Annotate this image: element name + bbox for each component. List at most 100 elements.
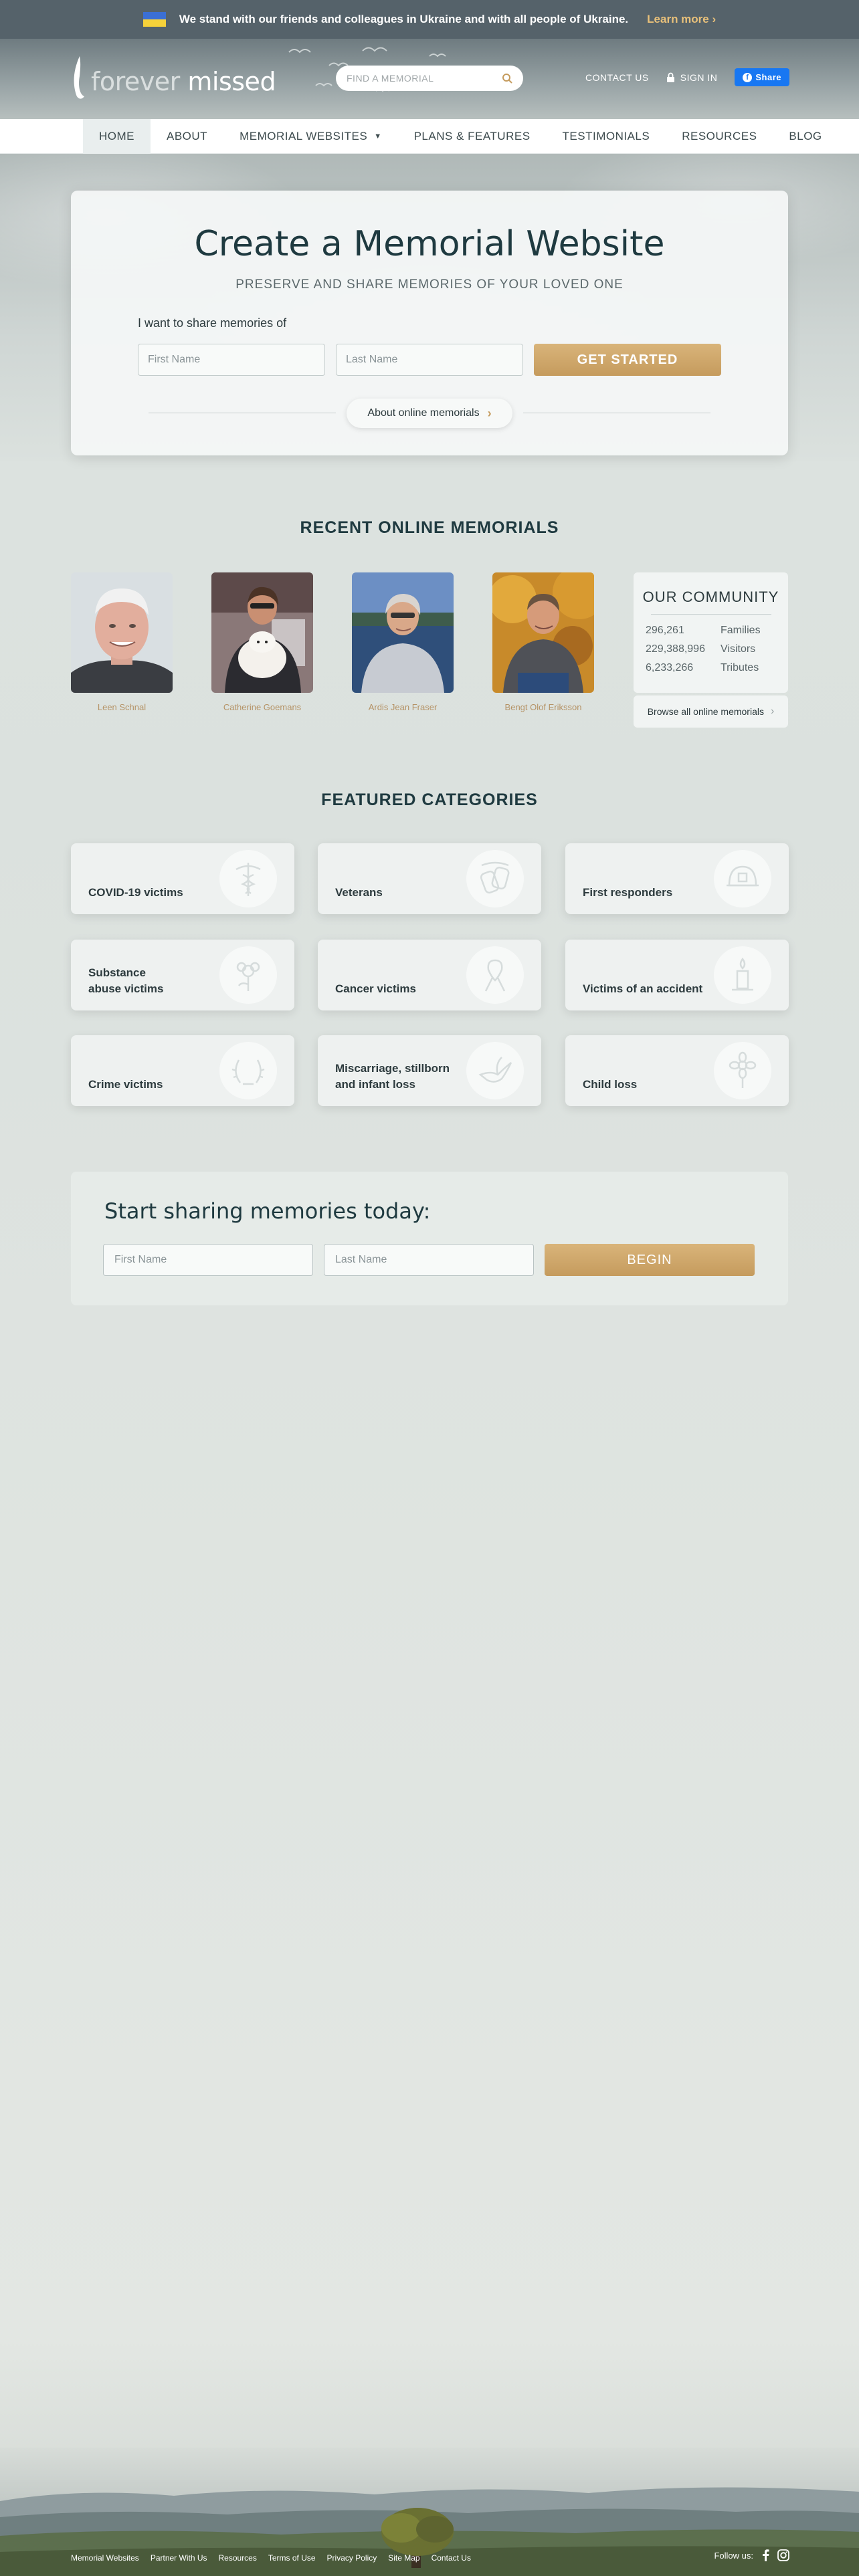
logo-text: forever missed: [91, 67, 276, 96]
footer-link[interactable]: Contact Us: [432, 2553, 471, 2563]
category-label: Child loss: [583, 1078, 638, 1091]
memorial-photo[interactable]: [352, 572, 454, 693]
chevron-right-icon: ›: [487, 406, 492, 420]
stat-label: Visitors: [721, 643, 756, 655]
main-nav: HOME ABOUT MEMORIAL WEBSITES ▼ PLANS & FE…: [0, 118, 859, 154]
nav-plans-label: PLANS & FEATURES: [413, 129, 531, 142]
hero-subtitle: PRESERVE AND SHARE MEMORIES OF YOUR LOVE…: [235, 278, 624, 292]
footer-link[interactable]: Site Map: [388, 2553, 419, 2563]
start-last-name-input[interactable]: [324, 1244, 534, 1276]
share-memories-label: I want to share memories of: [138, 316, 287, 330]
hero-last-name-input[interactable]: [336, 344, 523, 376]
facebook-icon[interactable]: [761, 2549, 769, 2561]
category-label-line: abuse victims: [88, 982, 164, 995]
category-veterans[interactable]: Veterans: [318, 843, 541, 914]
stat-label: Tributes: [721, 662, 759, 673]
nav-memorial-websites[interactable]: MEMORIAL WEBSITES ▼: [223, 119, 398, 154]
ribbon-icon: [466, 946, 524, 1004]
learn-more-link[interactable]: Learn more ›: [647, 13, 716, 26]
search-input[interactable]: [347, 73, 502, 84]
nav-plans-features[interactable]: PLANS & FEATURES: [398, 119, 547, 154]
flame-logo-icon: [74, 56, 84, 99]
category-label-line: Substance: [88, 966, 146, 979]
memorial-photo[interactable]: [211, 572, 313, 693]
browse-all-memorials-button[interactable]: Browse all online memorials ›: [634, 695, 788, 728]
dropdown-caret-icon: ▼: [374, 132, 382, 140]
hero-first-name-input[interactable]: [138, 344, 325, 376]
category-label-line: Miscarriage, stillborn: [335, 1062, 450, 1075]
memorial-card[interactable]: Ardis Jean Fraser: [352, 572, 454, 712]
memorial-photo[interactable]: [71, 572, 173, 693]
search-icon[interactable]: [502, 73, 512, 84]
category-label: COVID-19 victims: [88, 886, 183, 899]
nav-resources[interactable]: RESOURCES: [666, 119, 773, 154]
memorial-name[interactable]: Ardis Jean Fraser: [352, 702, 454, 712]
footer-link[interactable]: Memorial Websites: [71, 2553, 139, 2563]
category-label: Miscarriage, stillborn and infant loss: [335, 1061, 450, 1093]
logo-word-missed: missed: [187, 67, 276, 96]
hero-card: Create a Memorial Website PRESERVE AND S…: [71, 191, 788, 455]
nav-home[interactable]: HOME: [83, 118, 151, 154]
ukraine-banner: We stand with our friends and colleagues…: [0, 0, 859, 39]
recent-memorials-title: RECENT ONLINE MEMORIALS: [300, 518, 559, 537]
memorial-card[interactable]: Bengt Olof Eriksson: [492, 572, 594, 712]
category-accident-victims[interactable]: Victims of an accident: [565, 940, 789, 1010]
begin-button[interactable]: BEGIN: [545, 1244, 755, 1276]
ukraine-flag-icon: [142, 12, 166, 27]
facebook-share-button[interactable]: f Share: [735, 68, 789, 86]
nav-about[interactable]: ABOUT: [151, 119, 223, 154]
footer-link[interactable]: Partner With Us: [151, 2553, 207, 2563]
category-first-responders[interactable]: First responders: [565, 843, 789, 914]
start-sharing-title: Start sharing memories today:: [104, 1198, 431, 1224]
category-label: Crime victims: [88, 1078, 163, 1091]
category-substance-abuse[interactable]: Substance abuse victims: [71, 940, 294, 1010]
get-started-button[interactable]: GET STARTED: [534, 344, 721, 376]
facebook-icon: f: [743, 72, 753, 82]
category-cancer-victims[interactable]: Cancer victims: [318, 940, 541, 1010]
flower-icon: [219, 946, 277, 1004]
stat-row: 6,233,266 Tributes: [634, 659, 788, 677]
category-label: Cancer victims: [335, 982, 416, 995]
stat-row: 296,261 Families: [634, 621, 788, 640]
forever-missed-logo[interactable]: forever missed: [71, 55, 276, 102]
category-crime-victims[interactable]: Crime victims: [71, 1035, 294, 1106]
caduceus-icon: [219, 850, 277, 907]
wreath-icon: [219, 1042, 277, 1099]
start-sharing-card: Start sharing memories today: BEGIN: [71, 1172, 788, 1305]
about-online-memorials-link[interactable]: About online memorials ›: [347, 399, 512, 428]
start-first-name-input[interactable]: [103, 1244, 313, 1276]
memorial-name[interactable]: Bengt Olof Eriksson: [492, 702, 594, 712]
sign-in-label: SIGN IN: [680, 72, 718, 83]
stat-value: 296,261: [646, 625, 684, 636]
memorial-name[interactable]: Leen Schnal: [71, 702, 173, 712]
instagram-icon[interactable]: [777, 2549, 789, 2561]
memorial-photo[interactable]: [492, 572, 594, 693]
community-title: OUR COMMUNITY: [642, 588, 779, 605]
stat-value: 6,233,266: [646, 662, 694, 673]
memorial-card[interactable]: Leen Schnal: [71, 572, 173, 712]
site-header: forever missed CONTACT US SIGN IN f Shar…: [0, 39, 859, 119]
contact-us-link[interactable]: CONTACT US: [585, 72, 649, 83]
nav-resources-label: RESOURCES: [682, 129, 757, 142]
footer-social: Follow us:: [714, 2549, 789, 2561]
share-label: Share: [755, 72, 781, 82]
community-divider: [650, 614, 771, 615]
memorial-card[interactable]: Catherine Goemans: [211, 572, 313, 712]
category-label: Victims of an accident: [583, 982, 703, 995]
nav-blog[interactable]: BLOG: [773, 119, 838, 154]
category-child-loss[interactable]: Child loss: [565, 1035, 789, 1106]
category-miscarriage-infant-loss[interactable]: Miscarriage, stillborn and infant loss: [318, 1035, 541, 1106]
nav-home-label: HOME: [99, 129, 134, 142]
category-covid-19[interactable]: COVID-19 victims: [71, 843, 294, 914]
footer-links: Memorial Websites Partner With Us Resour…: [71, 2553, 471, 2563]
header-links: CONTACT US SIGN IN f Share: [585, 68, 789, 86]
hero-title: Create a Memorial Website: [194, 224, 665, 264]
footer-link[interactable]: Privacy Policy: [327, 2553, 377, 2563]
dove-icon: [466, 1042, 524, 1099]
footer-link[interactable]: Terms of Use: [268, 2553, 316, 2563]
nav-testimonials[interactable]: TESTIMONIALS: [547, 119, 666, 154]
footer-link[interactable]: Resources: [219, 2553, 257, 2563]
memorial-name[interactable]: Catherine Goemans: [211, 702, 313, 712]
stat-row: 229,388,996 Visitors: [634, 640, 788, 659]
sign-in-link[interactable]: SIGN IN: [666, 72, 718, 83]
